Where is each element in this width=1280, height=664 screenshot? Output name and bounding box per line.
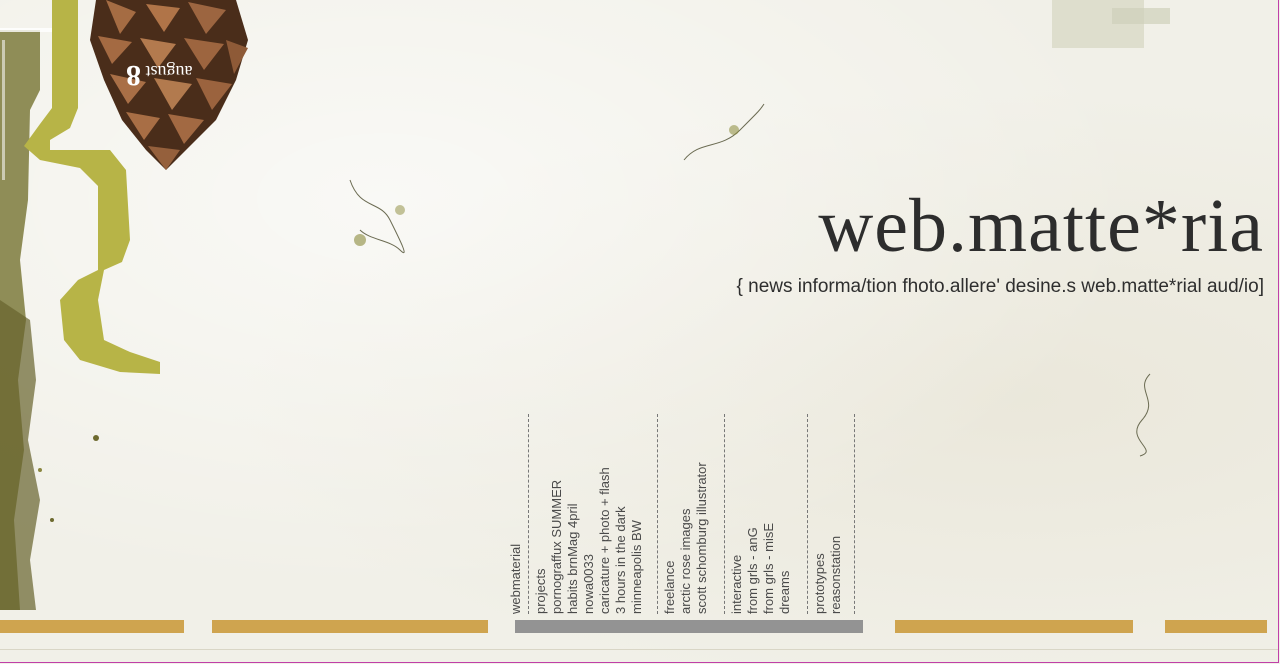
bottom-bar-gold (895, 620, 1133, 633)
nav-item-dreams[interactable]: dreams (777, 414, 793, 614)
nav-item-pornograffux[interactable]: pornograffux SUMMER (549, 414, 565, 614)
site-tagline: { news informa/tion fhoto.allere' desine… (736, 276, 1264, 297)
vertical-nav-menu: webmaterial projects pornograffux SUMMER… (508, 414, 861, 614)
nav-item-arctic-rose[interactable]: arctic rose images (678, 414, 694, 614)
nav-item-reasonstation[interactable]: reasonstation (828, 414, 844, 614)
nav-heading-freelance[interactable]: freelance (662, 414, 678, 614)
bottom-divider (0, 649, 1278, 650)
site-title: web.matte*ria (818, 184, 1264, 268)
nav-heading-projects[interactable]: projects (533, 414, 549, 614)
nav-item-minneapolis[interactable]: minneapolis BW (629, 414, 645, 614)
bottom-bar-gold (0, 620, 184, 633)
scribble-decoration (349, 179, 405, 253)
nav-item-caricature[interactable]: caricature + photo + flash (597, 414, 613, 614)
date-label-text: august (145, 62, 193, 82)
nav-end-divider (854, 414, 861, 614)
date-number: 8 (126, 59, 141, 92)
date-label: august 8 (126, 58, 193, 92)
nav-heading-webmaterial[interactable]: webmaterial (508, 414, 524, 614)
nav-item-scott-schomburg[interactable]: scott schomburg illustrator (694, 414, 710, 614)
nav-column-interactive: interactive from grls - anG from grls - … (724, 414, 793, 614)
nav-item-grls-ang[interactable]: from grls - anG (745, 414, 761, 614)
nav-column-projects: projects pornograffux SUMMER habits brnM… (528, 414, 645, 614)
scribble-decoration (1136, 373, 1151, 457)
bottom-bar-active (515, 620, 863, 633)
bottom-bar-gold (212, 620, 488, 633)
nav-item-nowa[interactable]: nowa0033 (581, 414, 597, 614)
nav-heading-interactive[interactable]: interactive (729, 414, 745, 614)
nav-item-grls-mise[interactable]: from grls - misE (761, 414, 777, 614)
nav-column-freelance: freelance arctic rose images scott schom… (657, 414, 710, 614)
nav-item-habits[interactable]: habits brnMag 4pril (565, 414, 581, 614)
page-frame: august 8 web.matte*ria { news informa/ti… (0, 0, 1279, 663)
scribble-decoration (683, 103, 765, 161)
nav-heading-prototypes[interactable]: prototypes (812, 414, 828, 614)
texture-patch (1052, 0, 1170, 48)
nav-item-3-hours[interactable]: 3 hours in the dark (613, 414, 629, 614)
nav-column-webmaterial: webmaterial (508, 414, 524, 614)
nav-column-prototypes: prototypes reasonstation (807, 414, 844, 614)
bottom-bar-gold (1165, 620, 1267, 633)
